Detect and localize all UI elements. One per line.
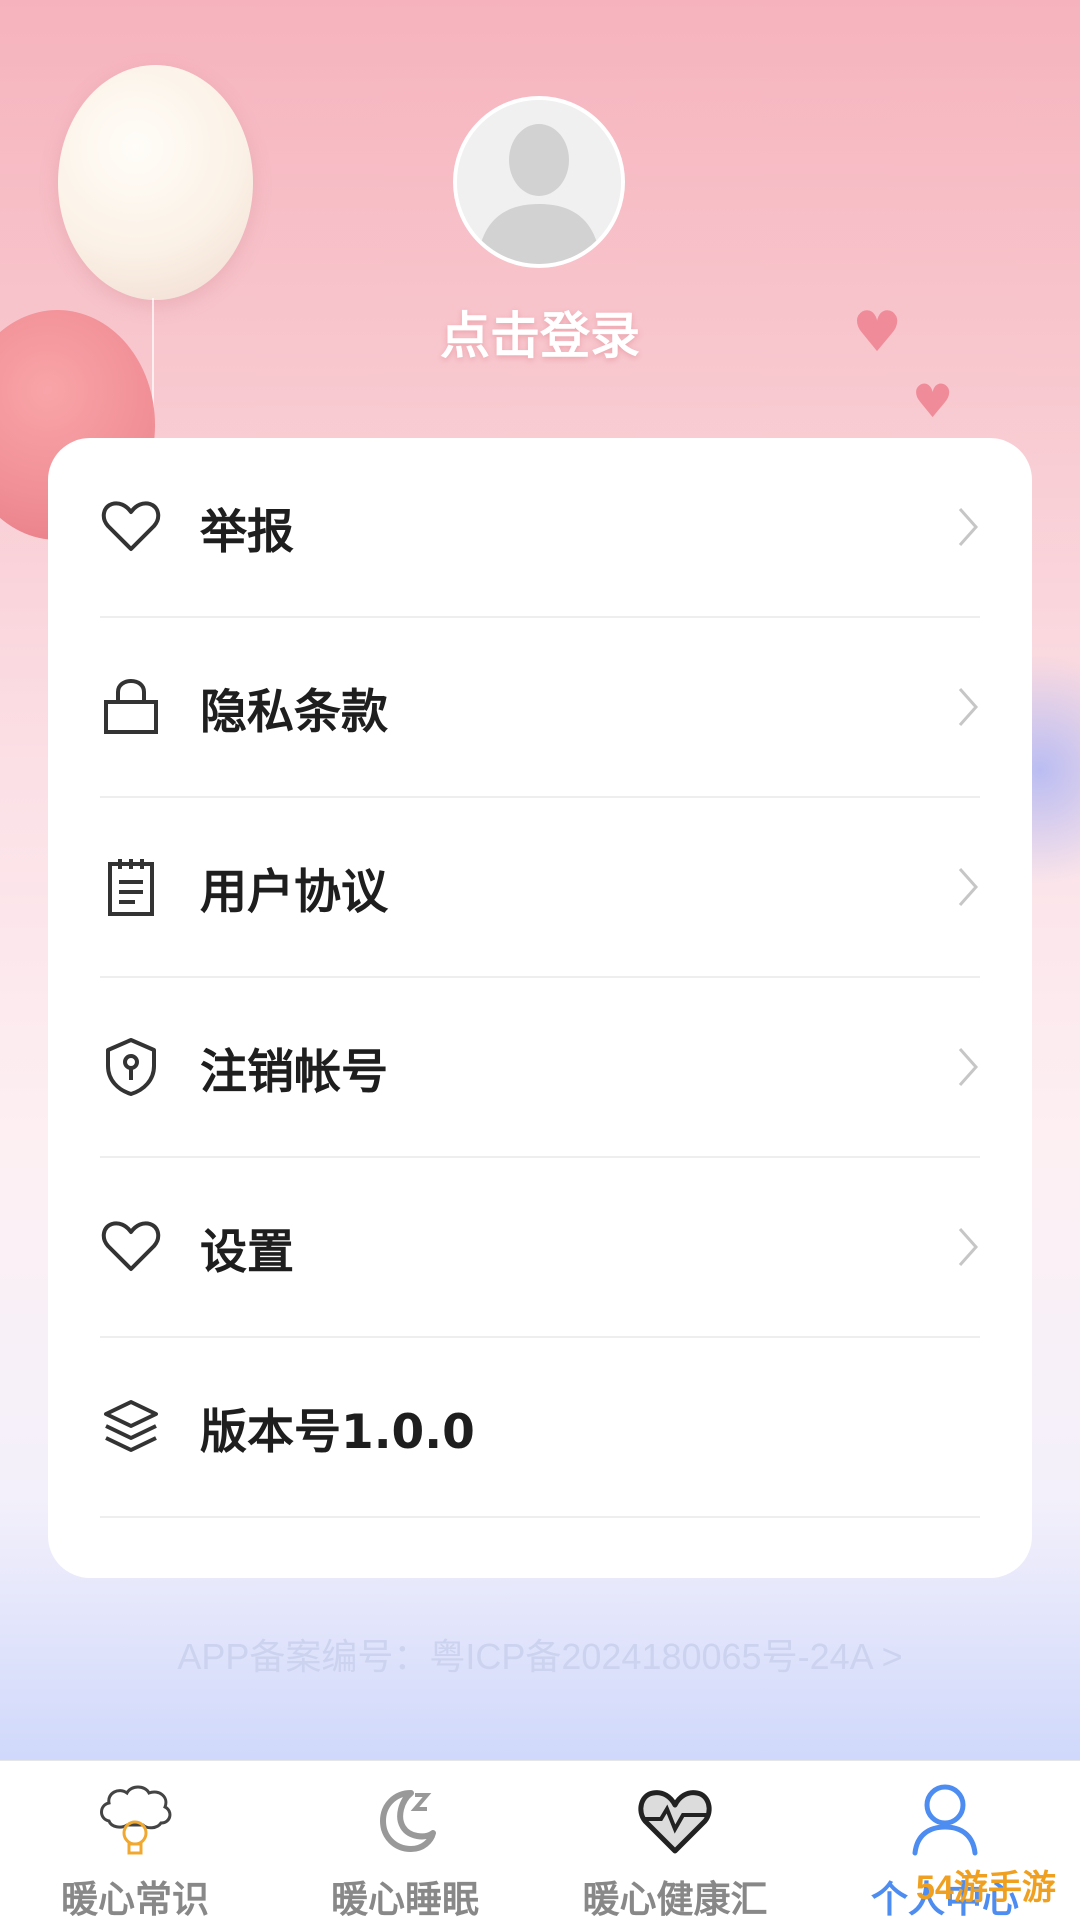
tab-knowledge[interactable]: 暖心常识: [0, 1761, 270, 1920]
document-icon: [108, 859, 154, 916]
chevron-right-icon: [958, 688, 979, 726]
menu-item-label: 用户协议: [200, 864, 388, 920]
menu-item-report[interactable]: 举报: [100, 438, 980, 618]
heart-pulse-icon: [638, 1790, 712, 1854]
tab-label: 暖心健康汇: [582, 1878, 768, 1920]
menu-item-label: 注销帐号: [200, 1044, 388, 1100]
watermark-logo: 54游手游网: [916, 1869, 1056, 1907]
menu-item-label: 举报: [200, 504, 294, 560]
icp-link[interactable]: APP备案编号：粤ICP备2024180065号-24A >: [0, 1628, 1080, 1680]
chevron-right-icon: [958, 508, 979, 546]
version-label: 版本号1.0.0: [200, 1404, 475, 1460]
shield-key-icon: [106, 1038, 156, 1096]
person-icon: [912, 1784, 978, 1856]
menu-item-label: 隐私条款: [200, 684, 388, 740]
avatar[interactable]: [453, 96, 625, 268]
person-silhouette-icon: [457, 100, 621, 264]
menu-item-version: 版本号1.0.0: [100, 1338, 980, 1518]
menu-item-label: 设置: [200, 1224, 294, 1280]
heart-icon: [101, 1221, 161, 1271]
lock-icon: [104, 678, 158, 734]
menu-item-privacy[interactable]: 隐私条款: [100, 618, 980, 798]
menu-item-user-agreement[interactable]: 用户协议: [100, 798, 980, 978]
tab-label: 暖心睡眠: [331, 1878, 479, 1920]
tab-health[interactable]: 暖心健康汇: [540, 1761, 810, 1920]
tab-sleep[interactable]: 暖心睡眠: [270, 1761, 540, 1920]
menu-item-delete-account[interactable]: 注销帐号: [100, 978, 980, 1158]
profile-page: ♥ ♥ 点击登录 举报 隐私条款 用户协议 注销帐号 设置 版本号1.0.0 A…: [0, 0, 1080, 1920]
moon-sleep-icon: [380, 1790, 436, 1852]
layers-icon: [104, 1400, 158, 1452]
chevron-right-icon: [958, 1228, 979, 1266]
chevron-right-icon: [958, 868, 979, 906]
menu-card: 举报 隐私条款 用户协议 注销帐号 设置 版本号1.0.0: [48, 438, 1032, 1578]
heart-decoration-icon: ♥: [912, 374, 954, 428]
white-balloon-decoration: [58, 65, 253, 300]
chevron-right-icon: [958, 1048, 979, 1086]
heart-icon: [101, 501, 161, 551]
login-button[interactable]: 点击登录: [0, 296, 1080, 368]
brain-bulb-icon: [100, 1785, 172, 1855]
tab-label: 暖心常识: [61, 1878, 209, 1920]
menu-item-settings[interactable]: 设置: [100, 1158, 980, 1338]
